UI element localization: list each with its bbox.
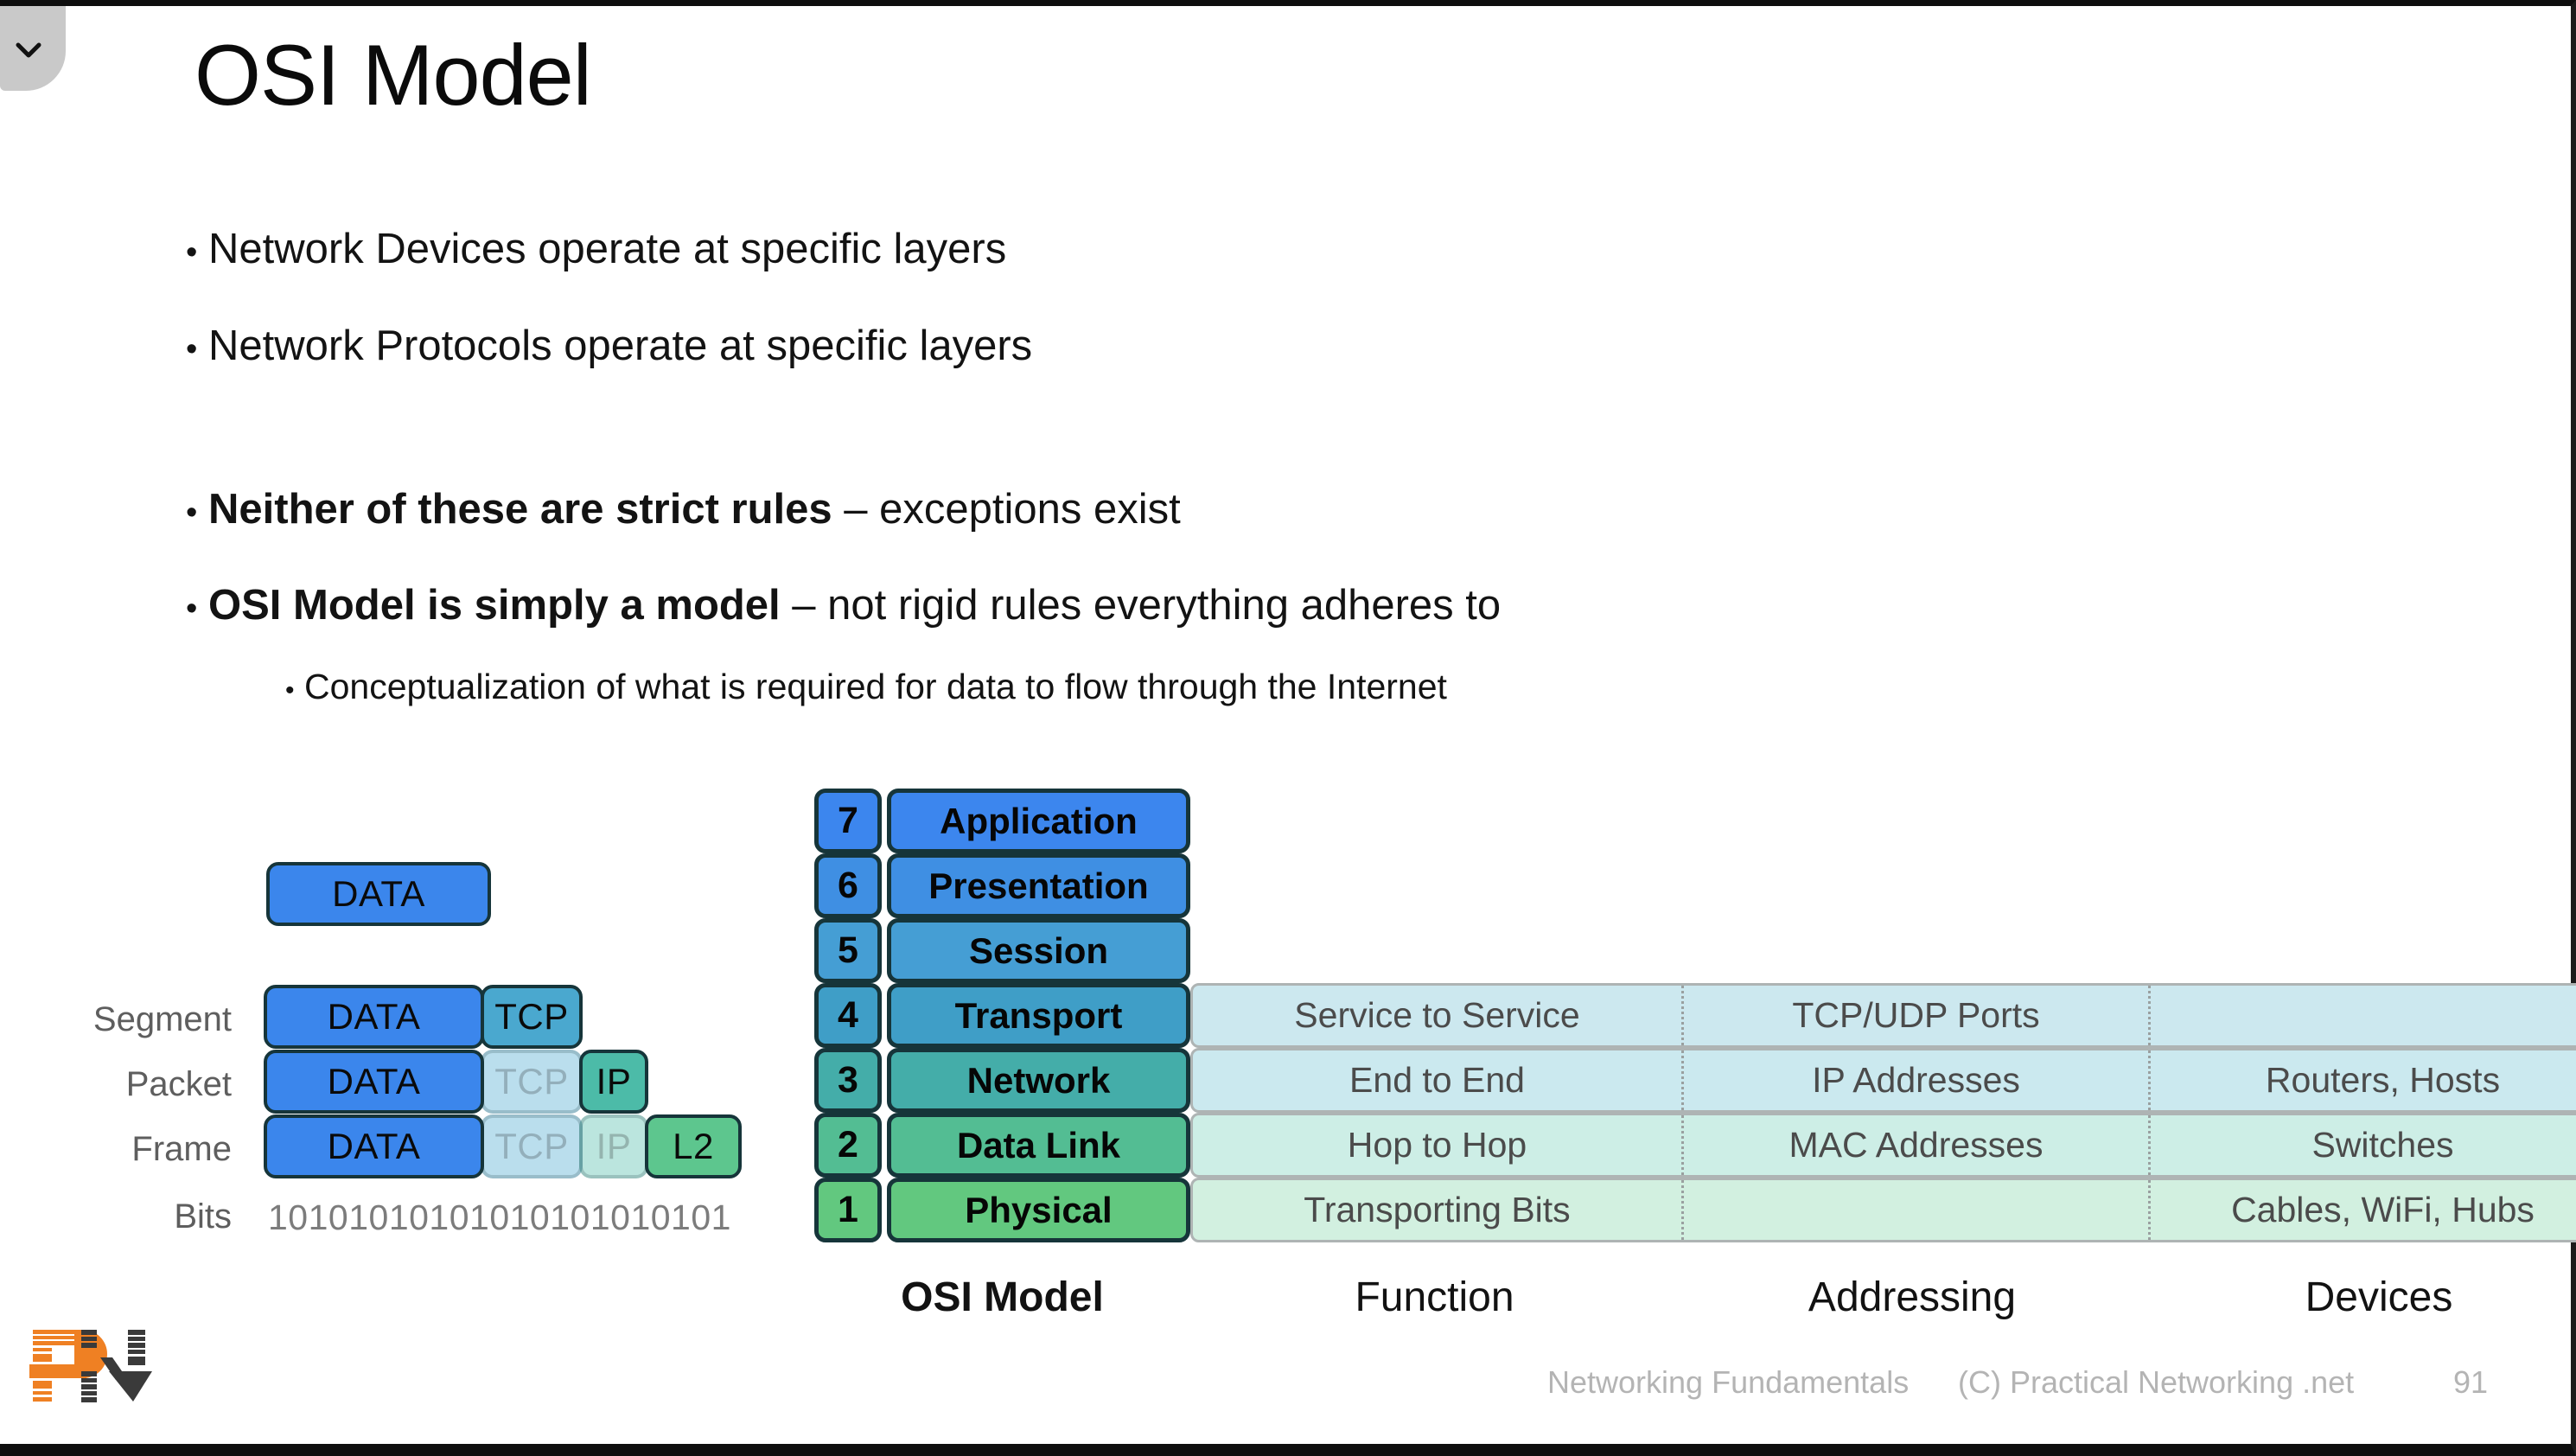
osi-layer-name: Transport: [887, 983, 1190, 1048]
footer-page-number: 91: [2453, 1364, 2489, 1400]
osi-layer-name: Network: [887, 1048, 1190, 1113]
bullet-text: Neither of these are strict rules – exce…: [208, 486, 1181, 533]
attr-cell-function: Hop to Hop: [1347, 1125, 1527, 1165]
encap-block-l2: L2: [645, 1114, 742, 1178]
bullet-marker-icon: •: [186, 591, 198, 627]
bullet-item: • OSI Model is simply a model – not rigid…: [186, 582, 1502, 629]
pdu-label: Packet: [125, 1065, 232, 1103]
osi-layer-number: 7: [814, 789, 882, 853]
attribute-table-row: End to End IP Addresses Routers, Hosts: [1190, 1048, 2576, 1113]
osi-layer-name: Presentation: [887, 853, 1190, 918]
slide-footer: Networking Fundamentals (C) Practical Ne…: [0, 1337, 2571, 1432]
bullet-marker-icon: •: [186, 331, 198, 367]
bullet-text: OSI Model is simply a model – not rigid …: [208, 582, 1502, 629]
collapse-panel-tab[interactable]: [0, 6, 66, 91]
osi-layer-number: 1: [814, 1178, 882, 1242]
bullet-marker-icon: •: [285, 676, 295, 705]
pdu-label: Segment: [92, 1000, 232, 1038]
attr-cell-function: Service to Service: [1294, 995, 1580, 1035]
encap-block-data-top: DATA: [266, 862, 491, 926]
encap-block-tcp-faded: TCP: [481, 1050, 583, 1114]
pdu-label: Frame: [131, 1130, 232, 1168]
column-caption: Function: [1355, 1274, 1514, 1320]
encap-block-tcp-faded: TCP: [481, 1114, 583, 1178]
attr-cell-devices: [2148, 986, 2576, 1045]
attribute-table-row: Transporting Bits Cables, WiFi, Hubs: [1190, 1178, 2576, 1242]
osi-layer-number: 2: [814, 1113, 882, 1178]
encap-block-tcp: TCP: [481, 985, 583, 1049]
bullet-item: • Conceptualization of what is required f…: [285, 667, 1447, 706]
osi-layer-number: 3: [814, 1048, 882, 1113]
osi-layer-number: 5: [814, 918, 882, 983]
bullet-item: • Network Protocols operate at specific l…: [186, 322, 1033, 370]
attr-cell-addressing: MAC Addresses: [1681, 1115, 2148, 1175]
attribute-table-row: Hop to Hop MAC Addresses Switches: [1190, 1113, 2576, 1178]
bits-stream-value: 10101010101010101010101: [268, 1197, 731, 1237]
attr-cell-addressing: IP Addresses: [1681, 1050, 2148, 1110]
attr-cell-devices: Switches: [2148, 1115, 2576, 1175]
bullet-text: Network Protocols operate at specific la…: [208, 322, 1033, 369]
encap-block-data: DATA: [264, 1114, 484, 1178]
osi-layer-number: 4: [814, 983, 882, 1048]
attr-cell-addressing: TCP/UDP Ports: [1681, 986, 2148, 1045]
pdu-label-bits: Bits: [174, 1197, 232, 1236]
bullet-marker-icon: •: [186, 234, 198, 271]
page-title: OSI Model: [194, 27, 592, 123]
chevron-down-icon: [14, 35, 43, 65]
column-caption: OSI Model: [901, 1274, 1104, 1320]
practical-networking-logo: [26, 1318, 156, 1411]
osi-layer-name: Session: [887, 918, 1190, 983]
column-caption: Devices: [2305, 1274, 2453, 1320]
osi-layer-number: 6: [814, 853, 882, 918]
bullet-text: Conceptualization of what is required fo…: [304, 667, 1447, 706]
attr-cell-devices: Routers, Hosts: [2148, 1050, 2576, 1110]
attr-cell-function: Transporting Bits: [1304, 1190, 1571, 1229]
encap-block-ip-faded: IP: [579, 1114, 648, 1178]
bullet-text: Network Devices operate at specific laye…: [208, 226, 1007, 272]
osi-layer-name: Application: [887, 789, 1190, 853]
attr-cell-function: End to End: [1349, 1060, 1525, 1100]
bullet-item: • Neither of these are strict rules – exc…: [186, 486, 1181, 533]
attribute-table-row: Service to Service TCP/UDP Ports: [1190, 983, 2576, 1048]
osi-layer-name: Physical: [887, 1178, 1190, 1242]
bullet-item: • Network Devices operate at specific lay…: [186, 226, 1007, 273]
encap-block-data: DATA: [264, 1050, 484, 1114]
attr-cell-devices: Cables, WiFi, Hubs: [2148, 1180, 2576, 1240]
encap-block-ip: IP: [579, 1050, 648, 1114]
slide-canvas: OSI Model • Network Devices operate at sp…: [0, 0, 2576, 1456]
encap-block-data: DATA: [264, 985, 484, 1049]
attr-cell-addressing: [1681, 1180, 2148, 1240]
footer-course: Networking Fundamentals: [1547, 1364, 1910, 1400]
column-caption: Addressing: [1808, 1274, 2017, 1320]
bullet-marker-icon: •: [186, 495, 198, 531]
osi-layer-name: Data Link: [887, 1113, 1190, 1178]
footer-copyright: (C) Practical Networking .net: [1958, 1364, 2355, 1400]
